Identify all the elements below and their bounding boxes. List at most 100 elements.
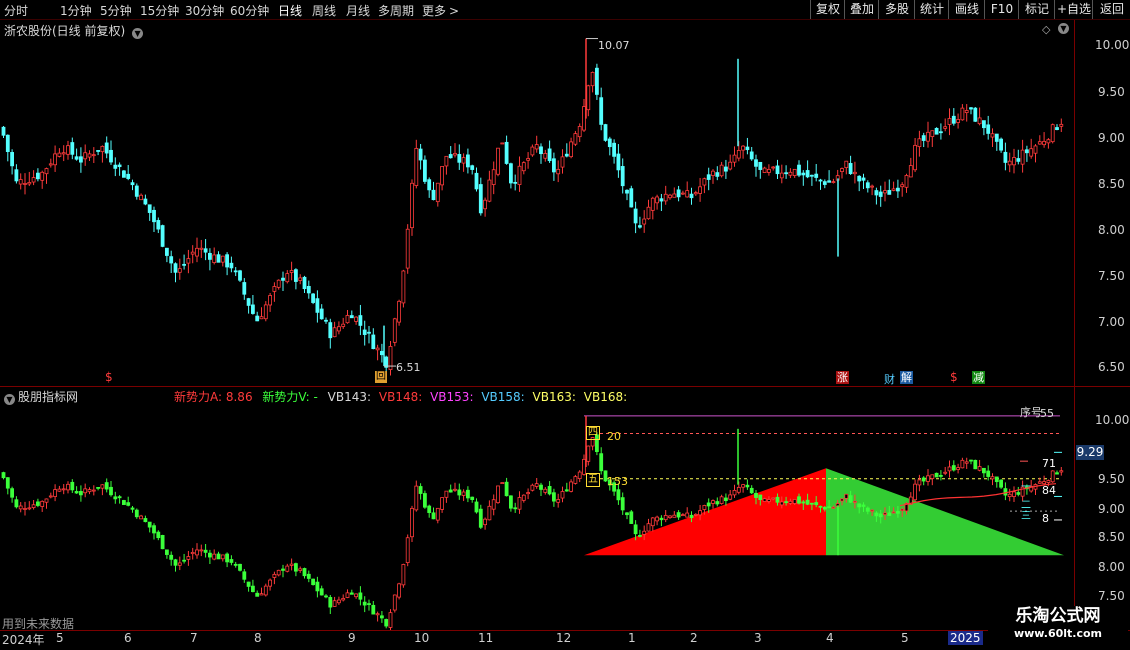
candle-body: [306, 573, 311, 579]
period-weekly[interactable]: 周线: [312, 2, 336, 19]
period-daily[interactable]: 日线: [278, 2, 302, 19]
candle-body: [650, 197, 655, 211]
candle-body: [246, 298, 251, 306]
indicator-chart[interactable]: [0, 403, 1074, 630]
candle-body: [435, 507, 440, 521]
candle-body: [66, 145, 70, 155]
x-tick: 3: [754, 631, 762, 645]
candle-body: [878, 191, 883, 197]
y-tick: 7.00: [1098, 315, 1125, 329]
candle-body: [70, 142, 75, 155]
candle-body: [48, 495, 53, 498]
candle-body: [698, 186, 702, 194]
candle-body: [595, 67, 599, 95]
candle-body: [109, 149, 113, 163]
price-chart[interactable]: [0, 20, 1074, 386]
candle-body: [5, 477, 10, 489]
candle-body: [616, 489, 621, 501]
candle-body: [18, 179, 23, 185]
cai-marker[interactable]: 财: [884, 371, 895, 387]
jie-marker[interactable]: 解: [900, 371, 913, 384]
candle-body: [143, 198, 148, 205]
f10-button[interactable]: F10: [984, 0, 1019, 19]
candle-body: [930, 474, 935, 479]
period-fenshi[interactable]: 分时: [4, 2, 28, 19]
period-5min[interactable]: 5分钟: [100, 2, 132, 19]
huaxian-button[interactable]: 画线: [948, 0, 985, 19]
candle-body: [478, 184, 483, 214]
duogu-button[interactable]: 多股: [878, 0, 915, 19]
candle-body: [569, 141, 573, 158]
period-30min[interactable]: 30分钟: [185, 2, 224, 19]
diejia-button[interactable]: 叠加: [844, 0, 879, 19]
period-60min[interactable]: 60分钟: [230, 2, 269, 19]
candle-body: [543, 152, 548, 159]
candle-body: [5, 134, 10, 153]
period-more[interactable]: 更多 >: [422, 2, 459, 19]
period-1min[interactable]: 1分钟: [60, 2, 92, 19]
biaoji-button[interactable]: 标记: [1018, 0, 1055, 19]
candle-body: [1059, 123, 1064, 127]
candle-body: [702, 505, 707, 510]
y-tick: 8.50: [1098, 530, 1125, 544]
candle-body: [564, 489, 569, 492]
candle-body: [474, 501, 479, 513]
candle-body: [797, 496, 801, 504]
tongji-button[interactable]: 统计: [914, 0, 949, 19]
candle-body: [1059, 470, 1064, 473]
candle-body: [805, 499, 810, 505]
candle-body: [53, 489, 57, 497]
candle-body: [956, 467, 960, 470]
candle-body: [564, 153, 569, 157]
candle-body: [973, 459, 978, 470]
candle-body: [921, 135, 926, 141]
candle-body: [40, 171, 45, 181]
candle-body: [410, 182, 414, 229]
candle-body: [276, 569, 281, 576]
jian-marker[interactable]: 减: [972, 371, 985, 384]
candle-body: [810, 174, 814, 177]
candle-body: [470, 496, 475, 500]
fuquan-button[interactable]: 复权: [810, 0, 845, 19]
x-tick: 7: [190, 631, 198, 645]
x-tick: 1: [628, 631, 636, 645]
dividend-marker[interactable]: $: [950, 370, 958, 384]
candle-body: [685, 190, 690, 198]
candle-body: [367, 331, 371, 334]
period-multi[interactable]: 多周期: [378, 2, 414, 19]
x-tick: 8: [254, 631, 262, 645]
candle-body: [736, 486, 741, 493]
candle-body: [233, 563, 238, 566]
candle-body: [453, 488, 457, 491]
candle-body: [362, 329, 367, 335]
candle-body: [272, 286, 277, 292]
period-monthly[interactable]: 月线: [346, 2, 370, 19]
zhang-marker[interactable]: 涨: [836, 371, 849, 384]
candle-body: [414, 485, 419, 511]
candle-body: [422, 159, 427, 182]
period-15min[interactable]: 15分钟: [140, 2, 179, 19]
candle-body: [926, 475, 930, 482]
candle-body: [754, 159, 758, 167]
candle-body: [822, 506, 827, 510]
candle-body: [539, 484, 543, 490]
candle-body: [818, 179, 823, 182]
candle-body: [741, 484, 745, 488]
y-tick: 6.50: [1098, 360, 1125, 374]
add-watchlist-button[interactable]: +自选: [1054, 0, 1093, 19]
candle-body: [668, 194, 672, 199]
hui-marker[interactable]: 回: [375, 371, 387, 383]
back-button[interactable]: 返回: [1092, 0, 1130, 19]
yi-label: 一: [1021, 482, 1031, 493]
candle-body: [560, 156, 565, 168]
y-tick: 8.50: [1098, 177, 1125, 191]
candle-body: [349, 315, 354, 319]
period-toolbar: 分时 1分钟 5分钟 15分钟 30分钟 60分钟 日线 周线 月线 多周期 更…: [0, 0, 1130, 20]
candle-body: [27, 507, 32, 510]
candle-body: [887, 190, 892, 195]
candle-body: [483, 518, 488, 526]
dividend-marker[interactable]: $: [105, 370, 113, 384]
n55-label: 55: [1040, 407, 1054, 420]
candle-body: [61, 152, 66, 155]
candle-body: [917, 479, 922, 486]
